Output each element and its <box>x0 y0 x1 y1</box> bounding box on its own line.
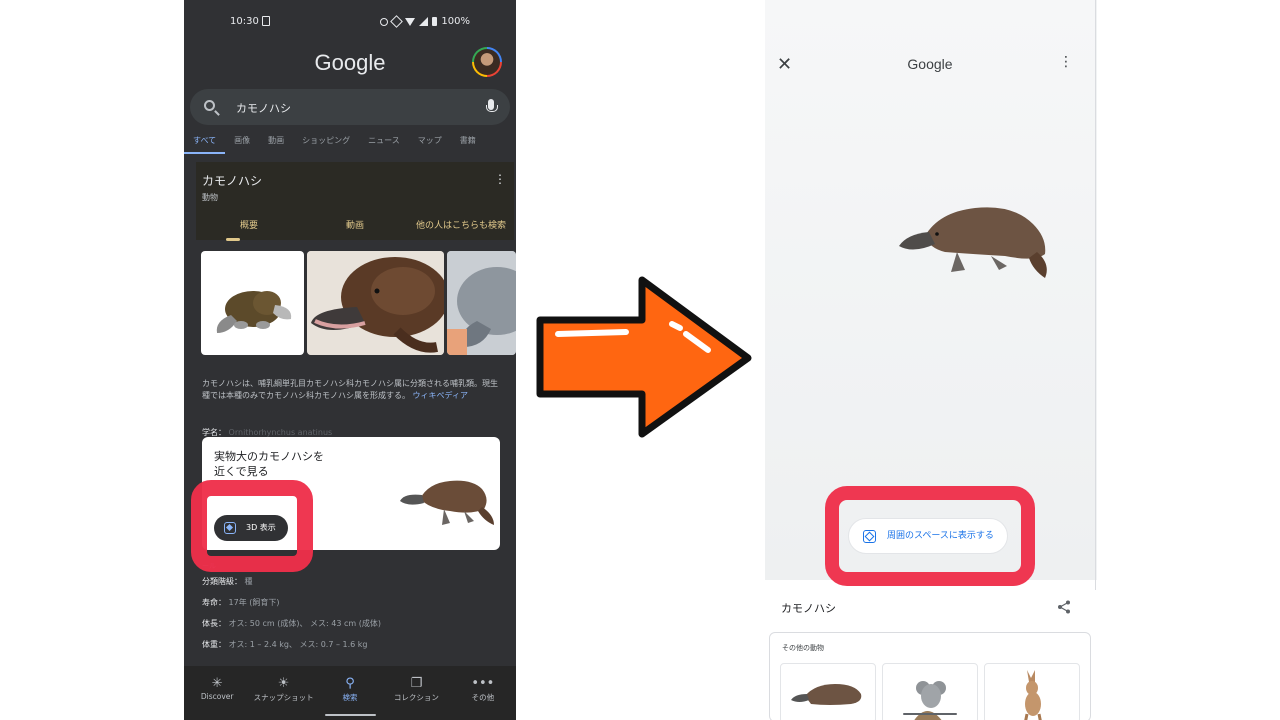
animal-thumb-platypus[interactable] <box>780 663 876 720</box>
kp-tab-overview[interactable]: 概要 <box>196 218 302 231</box>
share-icon[interactable] <box>1057 600 1071 614</box>
image-carousel <box>196 241 516 367</box>
avatar[interactable] <box>472 47 502 77</box>
nav-more[interactable]: ••• その他 <box>450 666 516 720</box>
platypus-3d-model[interactable] <box>895 198 1050 282</box>
tab-maps[interactable]: マップ <box>409 134 451 154</box>
fact-value: 種 <box>244 577 253 586</box>
fact-label: 寿命： <box>202 598 226 607</box>
animal-name: カモノハシ <box>781 602 836 615</box>
search-input[interactable]: カモノハシ <box>190 89 510 125</box>
nav-search[interactable]: ⚲ 検索 <box>317 666 383 720</box>
status-time: 10:30 <box>230 16 259 27</box>
fact-label: 分類階級： <box>202 577 242 586</box>
other-animals-card: その他の動物 <box>769 632 1091 720</box>
signal-icon <box>419 17 429 26</box>
fact-label: 体長： <box>202 619 226 628</box>
nav-snapshot[interactable]: ☀ スナップショット <box>250 666 316 720</box>
google-logo: Google <box>907 56 953 72</box>
more-icon: ••• <box>471 676 495 691</box>
fact-row-length: 体長： オス: 50 cm (成体)、 メス: 43 cm (成体) <box>202 618 381 639</box>
asterisk-icon: ✳ <box>211 676 223 691</box>
other-animals-title: その他の動物 <box>782 644 824 652</box>
battery-percent: 100% <box>441 16 470 27</box>
highlight-ar-button <box>825 486 1035 586</box>
nav-discover[interactable]: ✳ Discover <box>184 666 250 720</box>
nav-collections[interactable]: ❐ コレクション <box>383 666 449 720</box>
nav-more-label: その他 <box>471 693 495 702</box>
right-arrow-icon <box>536 276 752 438</box>
scientific-name-label: 学名： <box>202 428 226 437</box>
search-tabs: すべて 画像 動画 ショッピング ニュース マップ 書籍 <box>184 134 516 154</box>
tab-images[interactable]: 画像 <box>225 134 259 154</box>
knowledge-panel-header: カモノハシ 動物 ⋮ 概要 動画 他の人はこちらも検索 <box>196 162 514 241</box>
alarm-icon <box>380 17 389 26</box>
search-icon: ⚲ <box>345 676 355 691</box>
kp-tab-related[interactable]: 他の人はこちらも検索 <box>408 218 514 231</box>
bottom-navigation: ✳ Discover ☀ スナップショット ⚲ 検索 ❐ コレクション ••• … <box>184 666 516 720</box>
knowledge-panel-tabs: 概要 動画 他の人はこちらも検索 <box>196 218 514 231</box>
nav-discover-label: Discover <box>200 692 234 701</box>
google-logo: Google <box>314 50 386 75</box>
tab-shopping[interactable]: ショッピング <box>293 134 359 154</box>
wifi-icon <box>405 17 416 26</box>
kp-tab-videos[interactable]: 動画 <box>302 218 408 231</box>
more-vert-icon[interactable]: ⋮ <box>494 172 506 186</box>
left-phone-screen: 10:30 100% Google カモノハシ すべて 画像 動画 ショッピング… <box>184 0 516 720</box>
scientific-name-value: Ornithorhynchus anatinus <box>228 428 333 437</box>
fact-value: 17年 (飼育下) <box>228 598 280 607</box>
right-phone-screen: ✕ Google ⋮ 周囲のスペースに表示する カモノハシ その他の動物 <box>765 0 1097 720</box>
tab-videos[interactable]: 動画 <box>259 134 293 154</box>
vpn-icon <box>390 15 404 28</box>
fact-row-lifespan: 寿命： 17年 (飼育下) <box>202 597 381 618</box>
tab-books[interactable]: 書籍 <box>451 134 485 154</box>
fact-value: オス: 1 – 2.4 kg、 メス: 0.7 – 1.6 kg <box>228 640 368 649</box>
collections-icon: ❐ <box>410 676 423 691</box>
platypus-plush-image[interactable] <box>201 251 304 355</box>
wikipedia-link[interactable]: ウィキペディア <box>413 391 468 400</box>
fact-label: 体重： <box>202 640 226 649</box>
bottom-sheet: カモノハシ その他の動物 <box>765 580 1097 720</box>
fact-value: オス: 50 cm (成体)、 メス: 43 cm (成体) <box>228 619 381 628</box>
knowledge-panel-title: カモノハシ <box>202 174 263 188</box>
search-query[interactable]: カモノハシ <box>236 100 291 116</box>
facts-list: 分類階級： 種 寿命： 17年 (飼育下) 体長： オス: 50 cm (成体)… <box>202 576 381 660</box>
tab-news[interactable]: ニュース <box>359 134 409 154</box>
highlight-3d-button <box>191 480 313 572</box>
description-text: カモノハシは、哺乳綱単孔目カモノハシ科カモノハシ属に分類される哺乳類。現生種では… <box>202 378 502 402</box>
fact-row-weight: 体重： オス: 1 – 2.4 kg、 メス: 0.7 – 1.6 kg <box>202 639 381 660</box>
platypus-photo-image[interactable] <box>307 251 444 355</box>
notification-icon <box>262 16 270 26</box>
snapshot-icon: ☀ <box>277 676 290 691</box>
platypus-photo-image-2[interactable] <box>447 251 516 355</box>
knowledge-panel-subtitle: 動物 <box>202 193 218 202</box>
more-vert-icon[interactable]: ⋮ <box>1059 54 1073 70</box>
fact-row-rank: 分類階級： 種 <box>202 576 381 597</box>
battery-icon <box>432 17 438 26</box>
nav-collections-label: コレクション <box>393 693 439 702</box>
tab-all[interactable]: すべて <box>184 134 226 154</box>
nav-search-label: 検索 <box>342 693 358 702</box>
microphone-icon[interactable] <box>486 99 498 112</box>
search-icon[interactable] <box>204 100 215 111</box>
nav-snapshot-label: スナップショット <box>253 693 314 702</box>
animal-thumb-koala[interactable] <box>882 663 978 720</box>
gesture-handle <box>903 713 957 715</box>
animal-thumb-kangaroo[interactable] <box>984 663 1080 720</box>
divider <box>1095 0 1096 590</box>
status-icons: 100% <box>380 15 470 28</box>
platypus-3d-thumbnail <box>400 480 494 525</box>
status-bar: 10:30 100% <box>184 0 516 44</box>
view-3d-title: 実物大のカモノハシを近くで見る <box>214 450 324 478</box>
nav-active-indicator <box>325 714 376 716</box>
